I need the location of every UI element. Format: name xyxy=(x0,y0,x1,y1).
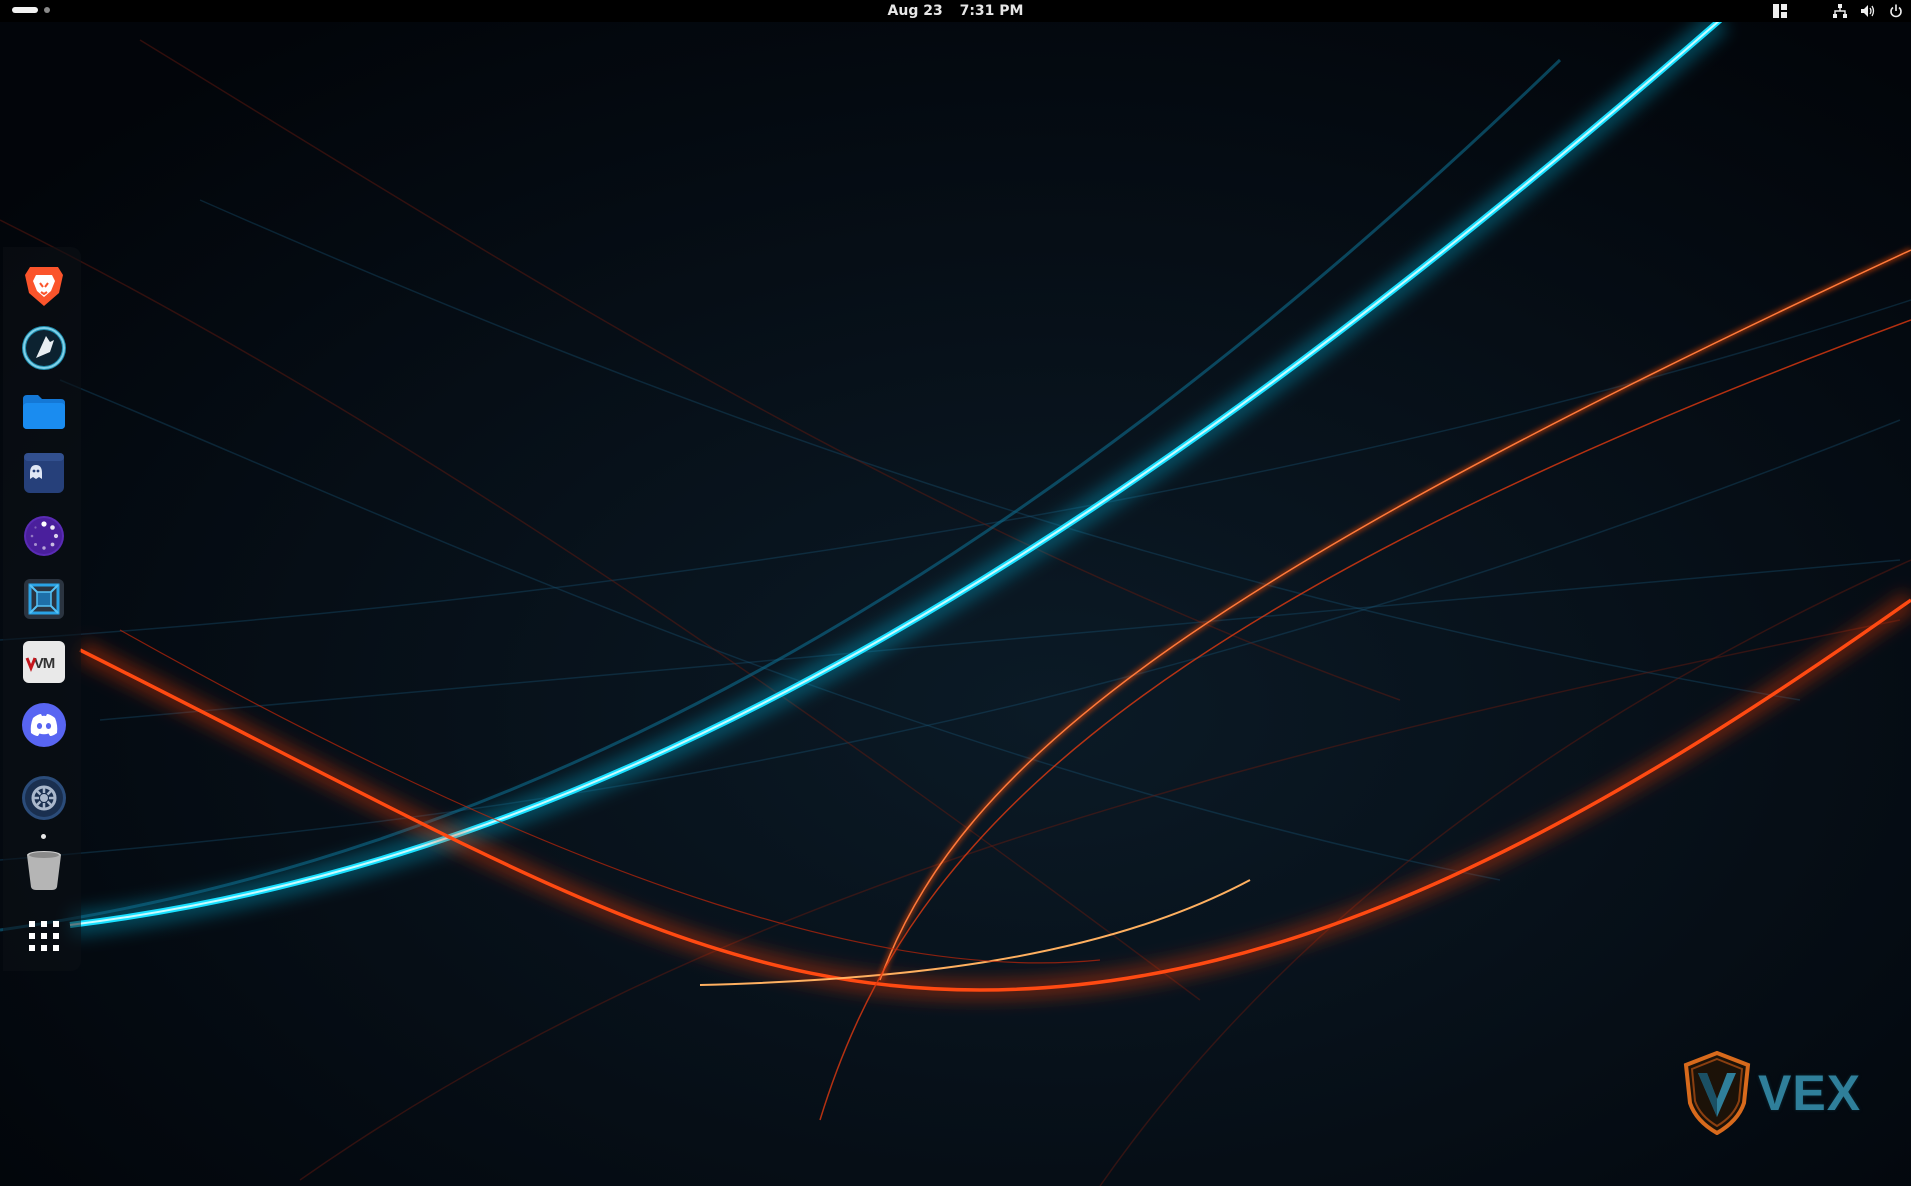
discord-icon xyxy=(22,703,66,747)
wolf-compass-icon xyxy=(22,326,66,370)
discord-launcher[interactable] xyxy=(20,701,68,749)
dock: VM xyxy=(3,247,81,971)
trash-icon xyxy=(27,851,61,890)
desktop-wallpaper xyxy=(0,0,1911,1186)
brand-wordmark: VEX xyxy=(1758,1065,1862,1121)
ghost-app-launcher[interactable] xyxy=(20,449,68,497)
virtual-machine-manager-launcher[interactable] xyxy=(20,575,68,623)
trash-launcher[interactable] xyxy=(20,845,68,893)
vmware-launcher[interactable]: VM xyxy=(20,638,68,686)
brave-browser-launcher[interactable] xyxy=(20,261,68,309)
settings-launcher[interactable] xyxy=(20,774,68,822)
folder-icon xyxy=(23,395,65,429)
power-icon[interactable] xyxy=(1887,2,1905,20)
svg-text:VM: VM xyxy=(34,655,55,672)
vex-logo: VEX xyxy=(1682,1051,1861,1135)
network-icon[interactable] xyxy=(1831,2,1849,20)
window-tiling-icon[interactable] xyxy=(1771,2,1789,20)
clock-time: 7:31 PM xyxy=(959,3,1024,19)
clock-button[interactable]: Aug 23 7:31 PM xyxy=(0,3,1911,19)
spinner-icon xyxy=(24,516,64,556)
ghost-icon xyxy=(24,453,64,493)
clock-date: Aug 23 xyxy=(887,3,943,19)
gear-icon xyxy=(22,776,66,820)
vmware-icon: VM xyxy=(23,641,65,683)
volume-icon[interactable] xyxy=(1859,2,1877,20)
app-grid-icon xyxy=(29,921,59,951)
cachy-browser-launcher[interactable] xyxy=(20,324,68,372)
running-indicator xyxy=(41,834,46,839)
spinner-app-launcher[interactable] xyxy=(20,512,68,560)
show-apps-button[interactable] xyxy=(20,912,68,960)
top-panel: Aug 23 7:31 PM xyxy=(0,0,1911,22)
vm-frame-icon xyxy=(24,579,64,619)
files-launcher[interactable] xyxy=(20,387,68,435)
brave-lion-icon xyxy=(25,267,63,306)
shield-logo-icon xyxy=(1683,1051,1751,1135)
system-tray xyxy=(1771,0,1905,22)
